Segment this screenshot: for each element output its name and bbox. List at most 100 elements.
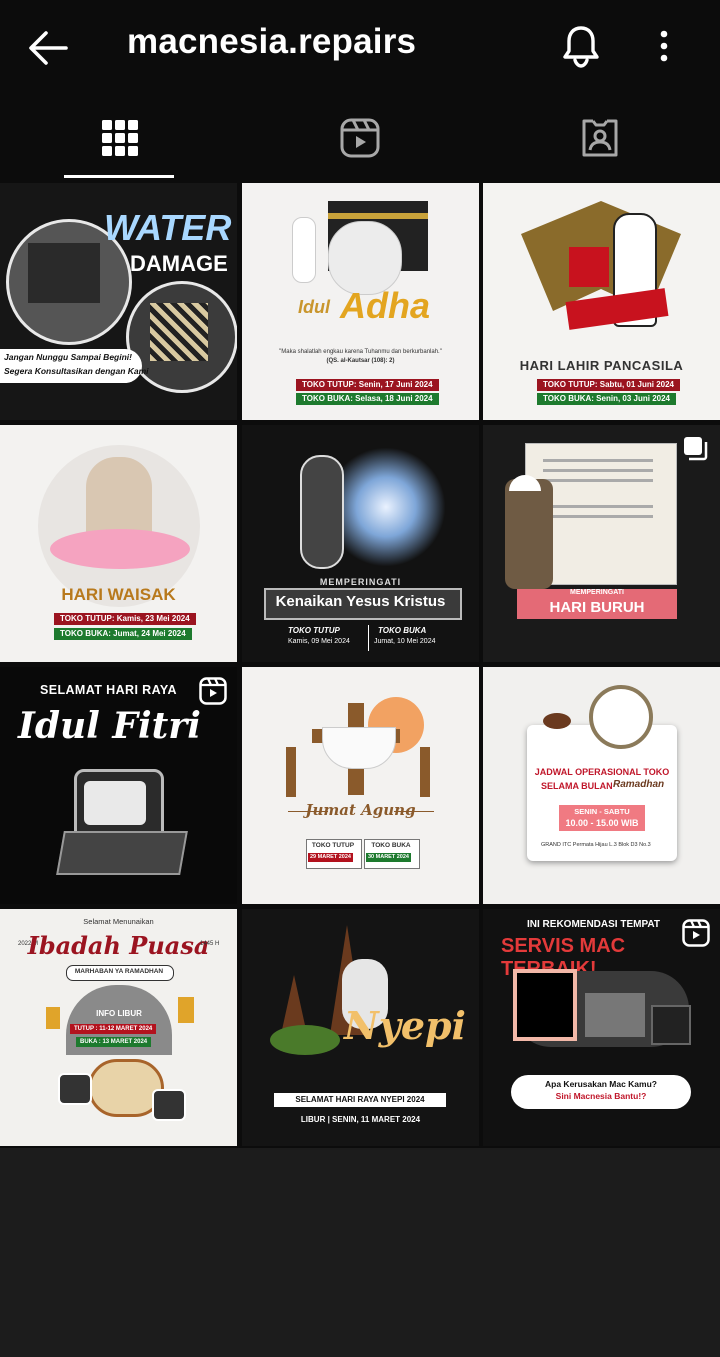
clock-icon <box>589 685 653 749</box>
post-headline: JADWAL OPERASIONAL TOKO <box>534 767 670 777</box>
laptop-image <box>56 831 188 875</box>
store-address: GRAND ITC Permata Hijau L.3 Blok D3 No.3 <box>541 842 651 848</box>
closed-label: TOKO TUTUP <box>288 626 340 635</box>
post-image <box>28 243 100 303</box>
post-tile[interactable]: Nyepi SELAMAT HARI RAYA NYEPI 2024 LIBUR… <box>242 909 479 1146</box>
arrow-left-icon[interactable] <box>26 28 70 68</box>
carousel-icon <box>684 437 708 461</box>
open-date-label: TOKO BUKA: Jumat, 24 Mei 2024 <box>54 628 192 640</box>
active-tab-indicator <box>64 175 174 178</box>
closed-date: Kamis, 09 Mei 2024 <box>288 638 350 645</box>
profile-username: macnesia.repairs <box>127 22 417 61</box>
post-caption: Apa Kerusakan Mac Kamu? <box>545 1079 657 1089</box>
lotus-image <box>50 529 190 569</box>
reel-badge-icon <box>682 919 710 947</box>
post-tile[interactable]: Idul Adha "Maka shalatlah engkau karena … <box>242 183 479 420</box>
post-kicker: MEMPERINGATI <box>570 589 624 596</box>
post-kicker: INFO LIBUR <box>96 1009 142 1018</box>
bell-icon[interactable] <box>560 24 602 68</box>
post-caption: Segera Konsultasikan dengan Kami <box>4 366 149 376</box>
post-tile[interactable]: JADWAL OPERASIONAL TOKO SELAMA BULAN Ram… <box>483 667 720 904</box>
post-headline: Ramadhan <box>613 779 665 790</box>
leaves-image <box>270 1025 340 1055</box>
closed-date-label: TOKO TUTUP: Kamis, 23 Mei 2024 <box>54 613 196 625</box>
post-tile[interactable]: SELAMAT HARI RAYA Idul Fitri <box>0 667 237 904</box>
post-subheadline: DAMAGE <box>130 251 228 276</box>
post-headline: Nyepi <box>344 1003 466 1048</box>
open-label: TOKO BUKA <box>378 626 427 635</box>
schedule-days: SENIN - SABTU <box>574 807 630 816</box>
lantern-icon <box>46 1007 60 1029</box>
lantern-icon <box>178 997 194 1023</box>
post-tile[interactable]: INI REKOMENDASI TEMPAT SERVIS MAC TERBAI… <box>483 909 720 1146</box>
open-date: Jumat, 10 Mei 2024 <box>374 638 436 645</box>
post-subheadline: SELAMAT HARI RAYA NYEPI 2024 <box>295 1095 425 1104</box>
post-caption: Sini Macnesia Bantu!? <box>555 1091 647 1101</box>
post-headline: Adha <box>340 285 430 326</box>
reel-badge-icon <box>199 677 227 705</box>
open-date: 30 MARET 2024 <box>366 853 411 862</box>
shield-image <box>569 247 609 287</box>
post-caption: (QS. al-Kautsar (108): 2) <box>326 358 395 364</box>
mac-mini-image <box>651 1005 691 1045</box>
post-headline: Idul Fitri <box>18 705 201 747</box>
post-kicker: INI REKOMENDASI TEMPAT <box>527 919 660 930</box>
praying-hands-image <box>300 455 344 569</box>
schedule-card <box>527 725 677 861</box>
macbook-image <box>585 993 645 1037</box>
open-date-label: TOKO BUKA: Selasa, 18 Juni 2024 <box>296 393 439 405</box>
schedule-hours: 10.00 - 15.00 WIB <box>565 818 639 828</box>
post-headline: HARI BURUH <box>549 599 645 616</box>
post-tile[interactable]: Jumat Agung TOKO TUTUP 29 MARET 2024 TOK… <box>242 667 479 904</box>
dates-image <box>543 713 571 729</box>
post-subheadline: MARHABAN YA RAMADHAN <box>74 968 164 975</box>
more-vertical-icon[interactable] <box>650 26 678 66</box>
post-tile[interactable]: HARI LAHIR PANCASILA TOKO TUTUP: Sabtu, … <box>483 183 720 420</box>
posts-grid: WATER DAMAGE Jangan Nunggu Sampai Begini… <box>0 180 720 1148</box>
post-headline: Kenaikan Yesus Kristus <box>275 593 446 610</box>
closed-date-label: TOKO TUTUP: Senin, 17 Juni 2024 <box>296 379 439 391</box>
open-label: TOKO BUKA <box>371 842 411 849</box>
tagged-icon <box>582 119 618 156</box>
cloud-glow-image <box>326 447 446 567</box>
post-headline: HARI WAISAK <box>61 585 176 604</box>
empty-area <box>0 1148 720 1357</box>
closed-date: 29 MARET 2024 <box>308 853 353 862</box>
mascot-image <box>152 1089 186 1121</box>
post-tile[interactable]: MEMPERINGATI HARI BURUH <box>483 425 720 662</box>
post-caption: "Maka shalatlah engkau karena Tuhanmu da… <box>279 349 442 355</box>
goat-image <box>328 221 402 295</box>
post-kicker: Selamat Menunaikan <box>83 917 154 926</box>
post-tile[interactable]: Selamat Menunaikan 2022 M Ibadah Puasa 1… <box>0 909 237 1146</box>
post-kicker: SELAMAT HARI RAYA <box>40 683 177 697</box>
reels-icon <box>340 118 380 157</box>
imac-image <box>513 969 577 1041</box>
tab-reels[interactable] <box>240 95 480 180</box>
profile-tabs <box>0 95 720 180</box>
post-tile[interactable]: WATER DAMAGE Jangan Nunggu Sampai Begini… <box>0 183 237 420</box>
closed-label: TOKO TUTUP <box>311 842 355 849</box>
grid-icon <box>102 119 138 156</box>
mascot-image <box>58 1073 92 1105</box>
post-kicker: MEMPERINGATI <box>319 577 402 587</box>
year-label: 1445 H <box>200 941 220 947</box>
post-headline: SELAMA BULAN <box>541 781 613 791</box>
post-headline: WATER <box>104 207 232 248</box>
post-headline: Jumat Agung <box>305 801 416 819</box>
worker-image <box>505 479 553 589</box>
top-bar: macnesia.repairs <box>0 0 720 95</box>
tab-tagged[interactable] <box>480 95 720 180</box>
open-date-label: BUKA : 13 MARET 2024 <box>76 1037 152 1047</box>
closed-date-label: TOKO TUTUP: Sabtu, 01 Juni 2024 <box>537 379 680 391</box>
post-image <box>150 303 208 361</box>
post-tile[interactable]: HARI WAISAK TOKO TUTUP: Kamis, 23 Mei 20… <box>0 425 237 662</box>
closed-date-label: LIBUR | SENIN, 11 MARET 2024 <box>300 1115 421 1124</box>
open-date-label: TOKO BUKA: Senin, 03 Juni 2024 <box>537 393 676 405</box>
post-headline: Idul <box>298 297 330 317</box>
post-tile[interactable]: MEMPERINGATI Kenaikan Yesus Kristus TOKO… <box>242 425 479 662</box>
closed-date-label: TUTUP : 11-12 MARET 2024 <box>70 1024 157 1034</box>
tab-posts[interactable] <box>0 95 240 180</box>
person-image <box>292 217 316 283</box>
post-caption: Jangan Nunggu Sampai Begini! <box>4 352 132 362</box>
cloth-image <box>322 727 396 769</box>
